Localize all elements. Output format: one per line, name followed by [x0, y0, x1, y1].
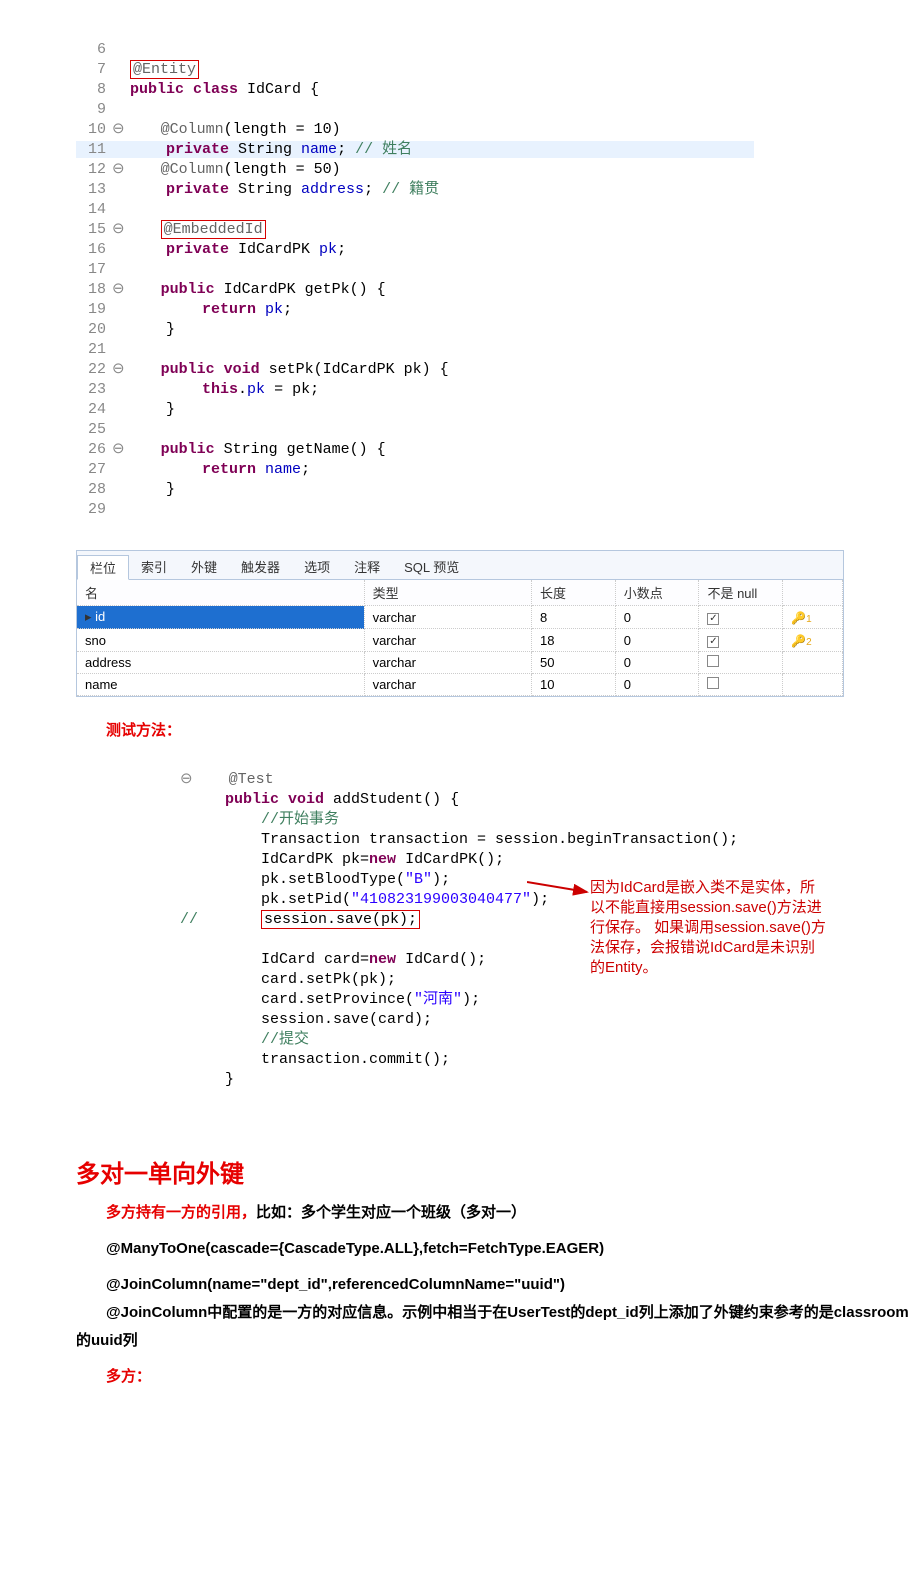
highlighted-save-call: session.save(pk);	[261, 910, 420, 929]
callout-note: 因为IdCard是嵌入类不是实体，所以不能直接用session.save()方法…	[590, 878, 830, 978]
line-number: 21	[76, 340, 112, 360]
notnull-checkbox[interactable]	[707, 613, 719, 625]
annotation-embeddedid: @EmbeddedId	[161, 220, 266, 239]
paragraph: 多方：	[106, 1363, 920, 1391]
line-number: 6	[76, 40, 112, 60]
paragraph: @JoinColumn(name="dept_id",referencedCol…	[106, 1271, 920, 1299]
line-number: 24	[76, 400, 112, 420]
table-row[interactable]: name varchar 10 0	[77, 674, 843, 696]
paragraph: @JoinColumn中配置的是一方的对应信息。示例中相当于在UserTest的…	[76, 1299, 920, 1355]
col-header-name: 名	[77, 580, 364, 606]
annotation-entity: @Entity	[130, 60, 199, 79]
code-block-test: ⊖ @Test public void addStudent() { //开始事…	[180, 750, 920, 1130]
notnull-checkbox[interactable]	[707, 636, 719, 648]
db-tabs: 栏位 索引 外键 触发器 选项 注释 SQL 预览	[77, 551, 843, 580]
line-number: 9	[76, 100, 112, 120]
col-header-key	[783, 580, 843, 606]
db-tab-fk[interactable]: 外键	[179, 555, 229, 579]
line-number: 15	[76, 220, 112, 240]
col-header-nn: 不是 null	[699, 580, 783, 606]
line-number: 8	[76, 80, 112, 100]
line-number: 29	[76, 500, 112, 520]
line-number: 25	[76, 420, 112, 440]
line-number: 26	[76, 440, 112, 460]
db-tab-columns[interactable]: 栏位	[77, 555, 129, 580]
section-heading-many-to-one: 多对一单向外键	[76, 1154, 920, 1189]
line-number: 7	[76, 60, 112, 80]
line-number: 27	[76, 460, 112, 480]
line-number: 16	[76, 240, 112, 260]
db-columns-panel: 栏位 索引 外键 触发器 选项 注释 SQL 预览 名 类型 长度 小数点 不是…	[76, 550, 844, 697]
primary-key-icon: 🔑	[791, 634, 806, 648]
table-row[interactable]: sno varchar 18 0 🔑2	[77, 629, 843, 652]
table-row[interactable]: ▸ id varchar 8 0 🔑1	[77, 606, 843, 629]
line-number: 14	[76, 200, 112, 220]
line-number: 22	[76, 360, 112, 380]
line-number: 11	[76, 140, 112, 160]
line-number: 28	[76, 480, 112, 500]
db-tab-sqlpreview[interactable]: SQL 预览	[392, 555, 471, 579]
col-header-type: 类型	[364, 580, 531, 606]
col-header-dec: 小数点	[615, 580, 699, 606]
line-number: 19	[76, 300, 112, 320]
db-tab-trigger[interactable]: 触发器	[229, 555, 292, 579]
line-number: 13	[76, 180, 112, 200]
line-number: 17	[76, 260, 112, 280]
test-method-heading: 测试方法：	[106, 719, 920, 740]
table-row[interactable]: address varchar 50 0	[77, 652, 843, 674]
line-number: 10	[76, 120, 112, 140]
line-number: 18	[76, 280, 112, 300]
notnull-checkbox[interactable]	[707, 677, 719, 689]
line-number: 20	[76, 320, 112, 340]
paragraph: 多方持有一方的引用，比如：多个学生对应一个班级（多对一）	[106, 1199, 920, 1227]
db-tab-options[interactable]: 选项	[292, 555, 342, 579]
line-number: 23	[76, 380, 112, 400]
line-number: 12	[76, 160, 112, 180]
db-tab-index[interactable]: 索引	[129, 555, 179, 579]
code-block-idcard: 6 7 @Entity 8 public class IdCard { 9 10…	[76, 20, 920, 520]
paragraph: @ManyToOne(cascade={CascadeType.ALL},fet…	[106, 1235, 920, 1263]
notnull-checkbox[interactable]	[707, 655, 719, 667]
db-columns-grid: 名 类型 长度 小数点 不是 null ▸ id varchar 8 0 🔑1 …	[77, 580, 843, 696]
primary-key-icon: 🔑	[791, 611, 806, 625]
callout-arrow	[527, 878, 597, 900]
db-tab-comment[interactable]: 注释	[342, 555, 392, 579]
col-header-len: 长度	[532, 580, 616, 606]
